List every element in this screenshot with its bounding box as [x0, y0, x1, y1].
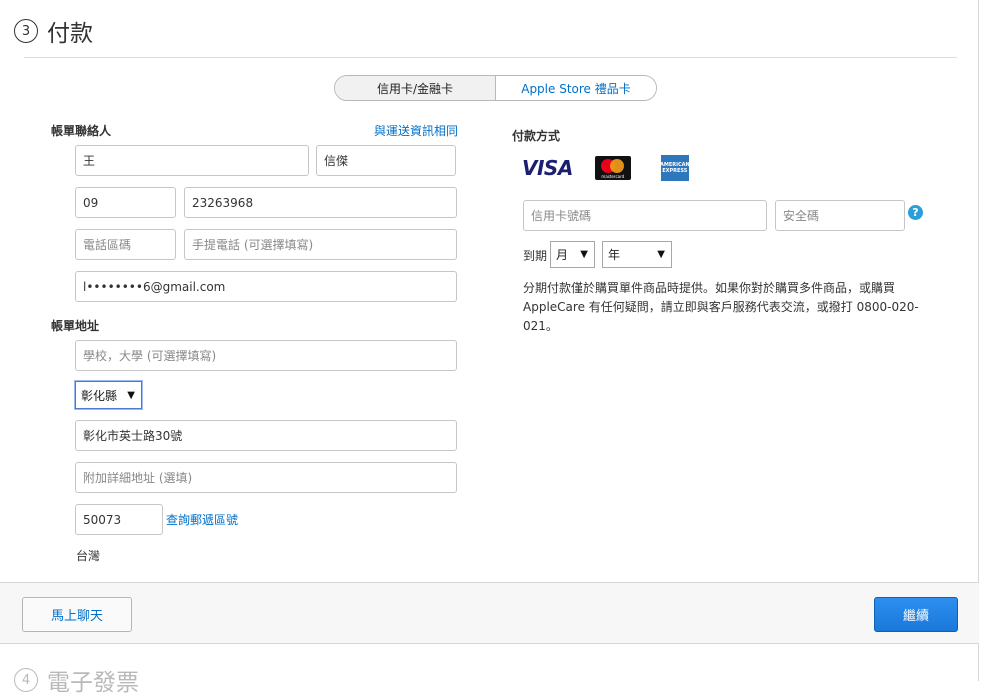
continue-button[interactable]: 繼續	[874, 597, 958, 632]
billing-address-label: 帳單地址	[51, 319, 100, 333]
billing-contact-label: 帳單聯絡人	[51, 124, 112, 138]
school-field[interactable]	[75, 340, 457, 371]
year-value: 年	[608, 248, 621, 262]
next-step-title: 電子發票	[47, 670, 139, 696]
next-step-number-badge: 4	[14, 668, 38, 692]
help-icon[interactable]: ?	[908, 205, 923, 220]
county-value: 彰化縣	[81, 388, 118, 403]
address-extra-field[interactable]	[75, 462, 457, 493]
phone-number-field[interactable]	[184, 187, 457, 218]
postal-code-field[interactable]	[75, 504, 163, 535]
month-value: 月	[556, 248, 569, 262]
installment-notice: 分期付款僅於購買單件商品時提供。如果你對於購買多件商品，或購買 AppleCar…	[523, 281, 919, 333]
street-address-field[interactable]	[75, 420, 457, 451]
amex-wordmark: AMERICAN EXPRESS	[659, 162, 690, 174]
tab-gift-card[interactable]: Apple Store 禮品卡	[496, 76, 656, 100]
county-select[interactable]: 彰化縣 ▼	[75, 381, 142, 409]
security-code-field[interactable]	[775, 200, 905, 231]
amex-icon: AMERICAN EXPRESS	[659, 155, 690, 181]
mastercard-icon: mastercard	[594, 156, 631, 180]
email-field[interactable]	[75, 271, 457, 302]
expiry-label: 到期	[523, 249, 548, 263]
payment-method-label: 付款方式	[512, 129, 561, 143]
country-text: 台灣	[76, 549, 101, 563]
postal-lookup-link[interactable]: 查詢郵遞區號	[166, 511, 238, 528]
payment-type-toggle: 信用卡/金融卡 Apple Store 禮品卡	[334, 75, 657, 101]
right-border	[978, 0, 979, 681]
chat-now-button[interactable]: 馬上聊天	[22, 597, 132, 632]
next-step-header: 4 電子發票	[14, 663, 139, 697]
caret-down-icon: ▼	[127, 389, 135, 401]
caret-down-icon: ▼	[657, 249, 665, 260]
last-name-field[interactable]	[75, 145, 309, 176]
footer-bar	[0, 582, 979, 644]
visa-icon: VISA	[522, 156, 573, 180]
mobile-phone-field[interactable]	[184, 229, 457, 260]
expiry-year-select[interactable]: 年 ▼	[602, 241, 672, 268]
phone-area-code-field[interactable]	[75, 187, 176, 218]
expiry-month-select[interactable]: 月 ▼	[550, 241, 595, 268]
caret-down-icon: ▼	[580, 249, 588, 260]
tab-credit-card[interactable]: 信用卡/金融卡	[335, 76, 496, 100]
step-number-badge: 3	[14, 19, 38, 43]
same-as-shipping-link[interactable]: 與運送資訊相同	[374, 122, 458, 139]
card-number-field[interactable]	[523, 200, 767, 231]
first-name-field[interactable]	[316, 145, 456, 176]
header-divider	[24, 57, 957, 58]
step-header: 3 付款	[14, 14, 93, 48]
mastercard-wordmark: mastercard	[601, 174, 625, 179]
page-title: 付款	[47, 21, 93, 47]
card-brand-logos: VISA mastercard AMERICAN EXPRESS	[522, 155, 690, 181]
mobile-area-code-field[interactable]	[75, 229, 176, 260]
